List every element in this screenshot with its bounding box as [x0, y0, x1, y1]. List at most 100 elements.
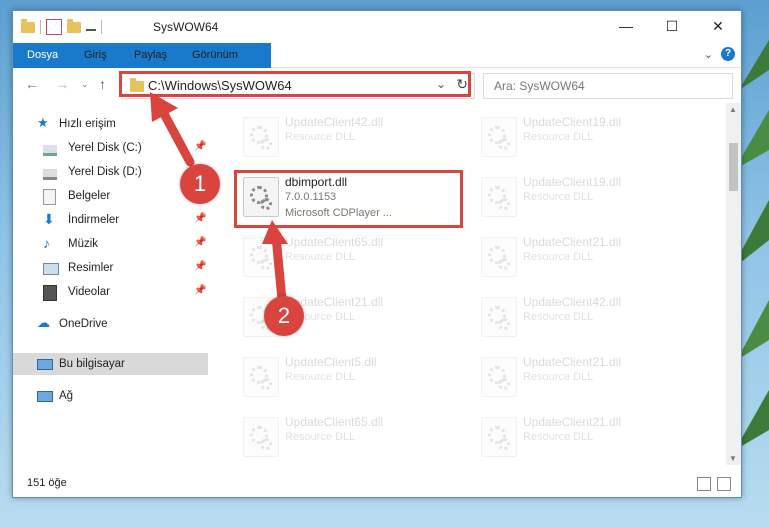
video-icon [43, 285, 57, 301]
star-icon: ★ [37, 115, 49, 130]
address-highlight-box [119, 71, 471, 97]
minimize-button[interactable]: — [603, 11, 649, 41]
item-count: 151 öğe [27, 477, 67, 489]
details-view-icon[interactable] [697, 477, 711, 491]
tab-home[interactable]: Giriş [73, 43, 118, 67]
list-item[interactable]: UpdateClient19.dll Resource DLL [471, 109, 701, 161]
back-arrow-icon[interactable]: ← [25, 76, 39, 92]
dll-file-icon [481, 417, 517, 457]
sidebar-item-onedrive[interactable]: ☁ OneDrive [13, 313, 208, 335]
step-2-badge: 2 [264, 296, 304, 336]
navigation-bar: ← → ⌄ ↑ C:\Windows\SysWOW64 ⌄ ↻ Ara: Sys… [13, 68, 741, 102]
file-type: Resource DLL [285, 371, 356, 383]
file-type: Resource DLL [523, 251, 594, 263]
file-name: UpdateClient42.dll [285, 115, 384, 129]
view-toggle [697, 477, 731, 491]
sidebar-item-this-pc[interactable]: Bu bilgisayar [13, 353, 208, 375]
scroll-down-icon[interactable]: ▼ [729, 454, 737, 463]
file-type: Resource DLL [285, 431, 356, 443]
sidebar-item-pictures[interactable]: Resimler 📌 [13, 257, 208, 279]
list-item[interactable]: UpdateClient42.dll Resource DLL [471, 289, 701, 341]
sidebar-item-videos[interactable]: Videolar 📌 [13, 281, 208, 303]
list-item[interactable]: UpdateClient65.dll Resource DLL [233, 409, 463, 461]
ribbon-tabs: Dosya Giriş Paylaş Görünüm ⌄ ? [13, 43, 741, 95]
window-title: SysWOW64 [153, 20, 219, 34]
pictures-icon [43, 263, 59, 275]
customize-toolbar-icon[interactable] [86, 23, 96, 31]
sidebar-item-label: Belgeler [68, 190, 111, 202]
file-type: Resource DLL [523, 311, 594, 323]
tab-view[interactable]: Görünüm [181, 43, 249, 67]
toolbar-separator [40, 20, 41, 34]
pin-icon: 📌 [194, 261, 207, 272]
file-type: Resource DLL [285, 251, 356, 263]
dll-file-icon [481, 357, 517, 397]
dll-file-icon [481, 237, 517, 277]
list-item[interactable]: UpdateClient42.dll Resource DLL [233, 109, 463, 161]
sidebar-item-label: Resimler [68, 262, 114, 274]
search-input[interactable]: Ara: SysWOW64 [483, 73, 733, 99]
pin-icon: 📌 [194, 237, 207, 248]
large-icons-view-icon[interactable] [717, 477, 731, 491]
up-arrow-icon[interactable]: ↑ [99, 76, 106, 92]
new-folder-icon[interactable] [67, 18, 81, 33]
pin-icon: 📌 [194, 213, 207, 224]
pin-icon: 📌 [194, 141, 207, 152]
network-icon [37, 391, 53, 402]
list-item[interactable]: UpdateClient19.dll Resource DLL [471, 169, 701, 221]
dll-file-icon [481, 117, 517, 157]
tab-share[interactable]: Paylaş [123, 43, 178, 67]
recent-locations-icon[interactable]: ⌄ [81, 79, 89, 90]
file-name: UpdateClient19.dll [523, 175, 622, 189]
sidebar-item-music[interactable]: ♪ Müzik 📌 [13, 233, 208, 255]
dll-file-icon [243, 357, 279, 397]
close-button[interactable]: ✕ [695, 11, 741, 41]
list-item[interactable]: UpdateClient5.dll Resource DLL [233, 349, 463, 401]
vertical-scrollbar[interactable]: ▲ ▼ [726, 103, 741, 465]
sidebar-item-disk-d[interactable]: Yerel Disk (D:) [13, 161, 208, 183]
scroll-up-icon[interactable]: ▲ [729, 105, 737, 114]
navigation-pane: ★ Hızlı erişim Yerel Disk (C:) 📌 Yerel D… [13, 103, 208, 465]
forward-arrow-icon[interactable]: → [55, 76, 69, 92]
file-type: Resource DLL [523, 431, 594, 443]
status-bar: 151 öğe [13, 473, 741, 497]
explorer-window: SysWOW64 — ☐ ✕ Dosya Giriş Paylaş Görünü… [12, 10, 742, 498]
file-name: UpdateClient5.dll [285, 355, 377, 369]
window-controls: — ☐ ✕ [603, 11, 741, 41]
help-icon[interactable]: ? [721, 47, 735, 61]
file-name: UpdateClient19.dll [523, 115, 622, 129]
sidebar-item-downloads[interactable]: ⬇ İndirmeler 📌 [13, 209, 208, 231]
pin-icon: 📌 [194, 285, 207, 296]
title-bar: SysWOW64 — ☐ ✕ [13, 11, 741, 43]
list-item[interactable]: UpdateClient21.dll Resource DLL [471, 229, 701, 281]
sidebar-item-disk-c[interactable]: Yerel Disk (C:) 📌 [13, 137, 208, 159]
dll-file-icon [243, 417, 279, 457]
expand-ribbon-icon[interactable]: ⌄ [704, 48, 713, 61]
dll-file-icon [481, 177, 517, 217]
properties-icon[interactable] [46, 19, 62, 35]
file-highlight-box [234, 170, 463, 228]
documents-icon [43, 189, 56, 205]
search-placeholder: Ara: SysWOW64 [494, 79, 585, 93]
ribbon-controls: ⌄ ? [704, 47, 735, 61]
sidebar-item-label: Videolar [68, 286, 110, 298]
list-item[interactable]: UpdateClient65.dll Resource DLL [233, 229, 463, 281]
sidebar-item-quick-access[interactable]: ★ Hızlı erişim [13, 113, 208, 135]
sidebar-item-label: Müzik [68, 238, 99, 250]
list-item[interactable]: UpdateClient21.dll Resource DLL [471, 409, 701, 461]
sidebar-item-documents[interactable]: Belgeler [13, 185, 208, 207]
music-icon: ♪ [43, 235, 50, 251]
list-item[interactable]: UpdateClient21.dll Resource DLL [471, 349, 701, 401]
folder-icon[interactable] [21, 18, 35, 33]
cloud-icon: ☁ [37, 315, 50, 330]
sidebar-item-label: İndirmeler [68, 214, 120, 226]
sidebar-item-label: Hızlı erişim [59, 118, 116, 130]
maximize-button[interactable]: ☐ [649, 11, 695, 41]
sidebar-item-network[interactable]: Ağ [13, 385, 208, 407]
drive-icon [43, 169, 57, 180]
toolbar-separator [101, 20, 102, 34]
dll-file-icon [481, 297, 517, 337]
computer-icon [37, 359, 53, 370]
sidebar-item-label: Yerel Disk (C:) [68, 142, 142, 154]
scroll-thumb[interactable] [729, 143, 738, 191]
